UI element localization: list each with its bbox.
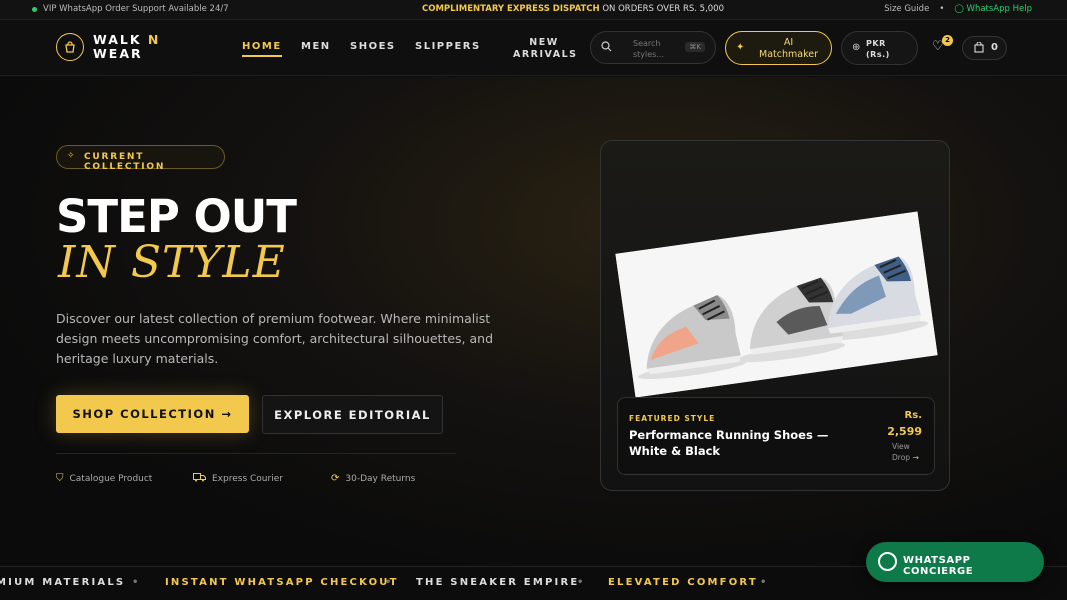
- nav-home[interactable]: HOME: [242, 41, 282, 57]
- globe-icon: ⊕: [852, 42, 861, 53]
- cart-count: 0: [991, 42, 998, 53]
- hero-description: Discover our latest collection of premiu…: [56, 311, 494, 366]
- brand-word-2: WEAR: [93, 46, 143, 61]
- online-dot-icon: [32, 6, 37, 12]
- sparkle-icon: ✧: [67, 151, 77, 161]
- featured-price: 2,599: [887, 425, 922, 438]
- whatsapp-concierge-label: WHATSAPP CONCIERGE: [903, 555, 974, 577]
- featured-currency: Rs.: [904, 410, 922, 421]
- collection-pill-label: CURRENT COLLECTION: [84, 152, 166, 172]
- brand-word-1: WALK: [93, 32, 142, 47]
- support-note: VIP WhatsApp Order Support Available 24/…: [32, 4, 229, 14]
- whatsapp-help-link[interactable]: ◯ WhatsApp Help: [954, 4, 1032, 14]
- brand-word-n: N: [147, 32, 161, 47]
- search-placeholder: Search styles...: [633, 38, 673, 60]
- nav-new-arrivals[interactable]: NEW ARRIVALS: [513, 37, 578, 61]
- view-drop-line1: View: [892, 442, 910, 451]
- cart-bag-icon: [974, 41, 984, 56]
- promo-text: COMPLIMENTARY EXPRESS DISPATCH ON ORDERS…: [422, 4, 724, 14]
- hero-section: ✧ CURRENT COLLECTION STEP OUT IN STYLE D…: [0, 77, 1067, 565]
- feature-returns-label: 30-Day Returns: [345, 473, 416, 484]
- nav-shoes[interactable]: SHOES: [350, 41, 396, 52]
- ai-line1: AI: [783, 37, 794, 48]
- shopping-bag-icon: [56, 33, 84, 61]
- feature-catalogue: ⛉ Catalogue Product: [56, 473, 152, 484]
- whatsapp-icon: [878, 552, 897, 571]
- refresh-icon: ⟳: [331, 473, 340, 484]
- nav-new-line2: ARRIVALS: [513, 49, 578, 60]
- divider: [56, 453, 456, 454]
- featured-product-name: Performance Running Shoes — White & Blac…: [629, 428, 829, 458]
- marquee-bullet: •: [760, 577, 769, 588]
- feature-courier-label: Express Courier: [212, 474, 283, 484]
- feature-catalogue-label: Catalogue Product: [69, 473, 153, 484]
- whatsapp-icon: ◯: [954, 4, 964, 14]
- ai-line2: Matchmaker: [759, 49, 818, 60]
- hero-title-line1: STEP OUT: [56, 190, 297, 243]
- featured-label: FEATURED STYLE: [629, 414, 716, 423]
- marquee-item: MIUM MATERIALS: [0, 577, 126, 588]
- explore-editorial-button[interactable]: EXPLORE EDITORIAL: [262, 395, 443, 434]
- truck-icon: [193, 473, 206, 485]
- marquee-bullet: •: [385, 577, 394, 588]
- support-text: VIP WhatsApp Order Support Available 24/…: [43, 4, 229, 14]
- feature-returns: ⟳ 30-Day Returns: [331, 473, 415, 484]
- currency-line1: PKR: [866, 39, 886, 48]
- currency-line2: (Rs.): [866, 50, 890, 59]
- main-navigation: WALK N WEAR HOME MEN SHOES SLIPPERS NEW …: [0, 20, 1067, 76]
- wishlist-count-badge: 2: [942, 35, 953, 46]
- hero-title-line2: IN STYLE: [58, 237, 286, 288]
- ai-matchmaker-label: AI Matchmaker: [751, 37, 826, 61]
- arrow-right-icon: →: [912, 453, 919, 462]
- view-drop-line2: Drop: [892, 453, 911, 462]
- promo-rest: ON ORDERS OVER RS. 5,000: [602, 4, 724, 14]
- separator-dot: •: [939, 4, 945, 14]
- search-placeholder-line2: styles...: [633, 50, 664, 59]
- marquee-bullet: •: [577, 577, 586, 588]
- search-shortcut: ⌘K: [685, 42, 705, 52]
- size-guide-link[interactable]: Size Guide: [884, 4, 929, 14]
- whatsapp-help-label: WhatsApp Help: [966, 4, 1032, 14]
- marquee-item: THE SNEAKER EMPIRE: [416, 577, 580, 588]
- currency-selector[interactable]: ⊕ PKR (Rs.): [841, 31, 918, 65]
- marquee-item: INSTANT WHATSAPP CHECKOUT: [165, 577, 399, 588]
- brand-logo[interactable]: WALK N WEAR: [56, 33, 160, 61]
- shop-collection-button[interactable]: SHOP COLLECTION →: [56, 395, 249, 433]
- search-icon: [601, 41, 612, 55]
- featured-info-panel: FEATURED STYLE Performance Running Shoes…: [617, 397, 935, 475]
- nav-new-line1: NEW: [529, 37, 559, 48]
- ai-matchmaker-button[interactable]: ✦ AI Matchmaker: [725, 31, 832, 65]
- cart-button[interactable]: 0: [962, 36, 1007, 60]
- nav-slippers[interactable]: SLIPPERS: [415, 41, 481, 52]
- sparkle-icon: ✦: [736, 42, 745, 53]
- announcement-bar: VIP WhatsApp Order Support Available 24/…: [0, 0, 1067, 20]
- shield-check-icon: ⛉: [56, 473, 64, 484]
- currency-label: PKR (Rs.): [866, 38, 890, 60]
- whatsapp-concierge-button[interactable]: WHATSAPP CONCIERGE: [866, 542, 1044, 582]
- collection-pill: ✧ CURRENT COLLECTION: [56, 145, 225, 172]
- view-drop-link[interactable]: View Drop →: [892, 441, 922, 463]
- marquee-item: ELEVATED COMFORT: [608, 577, 758, 588]
- search-input[interactable]: Search styles... ⌘K: [590, 31, 716, 64]
- search-placeholder-line1: Search: [633, 39, 661, 48]
- brand-name: WALK N WEAR: [93, 33, 160, 61]
- nav-men[interactable]: MEN: [301, 41, 331, 52]
- feature-courier: Express Courier: [193, 473, 283, 485]
- marquee-bullet: •: [132, 577, 141, 588]
- promo-bold: COMPLIMENTARY EXPRESS DISPATCH: [422, 4, 600, 14]
